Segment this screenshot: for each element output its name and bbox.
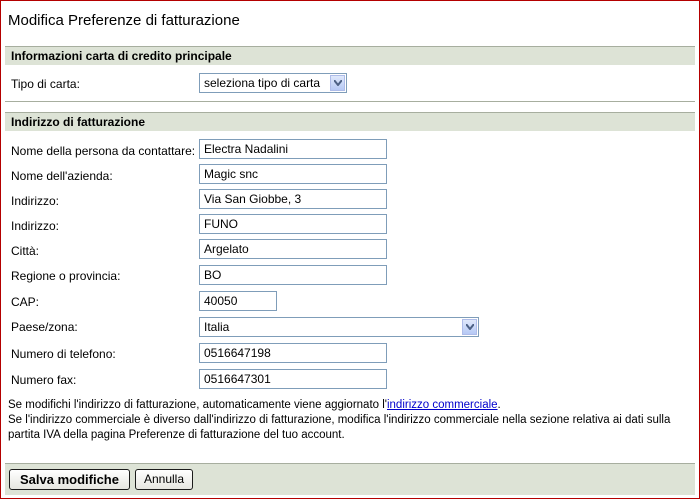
fax-field[interactable]: [199, 369, 387, 389]
postal-code-label: CAP:: [11, 295, 40, 309]
contact-name-label: Nome della persona da contattare:: [11, 144, 196, 158]
save-button[interactable]: Salva modifiche: [9, 469, 130, 490]
phone-label: Numero di telefono:: [11, 347, 116, 361]
country-value: Italia: [204, 320, 230, 334]
company-label: Nome dell'azienda:: [11, 169, 113, 183]
card-type-select[interactable]: seleziona tipo di carta: [199, 73, 347, 93]
city-label: Città:: [11, 244, 40, 258]
city-field[interactable]: [199, 239, 387, 259]
card-type-value: seleziona tipo di carta: [204, 76, 321, 90]
country-select[interactable]: Italia: [199, 317, 479, 337]
billing-preferences-form: Modifica Preferenze di fatturazione Info…: [0, 0, 700, 499]
chevron-down-icon[interactable]: [330, 75, 345, 91]
region-field[interactable]: [199, 265, 387, 285]
contact-name-field[interactable]: [199, 139, 387, 159]
card-type-label: Tipo di carta:: [11, 77, 80, 91]
company-field[interactable]: [199, 164, 387, 184]
address2-label: Indirizzo:: [11, 219, 60, 233]
note-text: Se modifichi l'indirizzo di fatturazione…: [8, 399, 387, 411]
region-label: Regione o provincia:: [11, 269, 121, 283]
phone-field[interactable]: [199, 343, 387, 363]
section-divider: [5, 101, 695, 102]
address2-field[interactable]: [199, 214, 387, 234]
chevron-down-icon[interactable]: [462, 319, 477, 335]
fax-label: Numero fax:: [11, 373, 77, 387]
postal-code-field[interactable]: [199, 291, 277, 311]
commercial-address-link[interactable]: indirizzo commerciale: [387, 399, 498, 411]
cancel-button[interactable]: Annulla: [135, 469, 193, 490]
note-text: .: [497, 399, 501, 411]
country-label: Paese/zona:: [11, 320, 78, 334]
form-footer: Salva modifiche Annulla: [5, 463, 695, 495]
address1-label: Indirizzo:: [11, 194, 60, 208]
billing-note-1: Se modifichi l'indirizzo di fatturazione…: [8, 398, 698, 413]
billing-note-2: Se l'indirizzo commerciale è diverso dal…: [8, 414, 671, 441]
address1-field[interactable]: [199, 189, 387, 209]
section-header-billing-address: Indirizzo di fatturazione: [5, 112, 695, 131]
page-title: Modifica Preferenze di fatturazione: [8, 12, 240, 29]
section-header-credit-card: Informazioni carta di credito principale: [5, 46, 695, 65]
